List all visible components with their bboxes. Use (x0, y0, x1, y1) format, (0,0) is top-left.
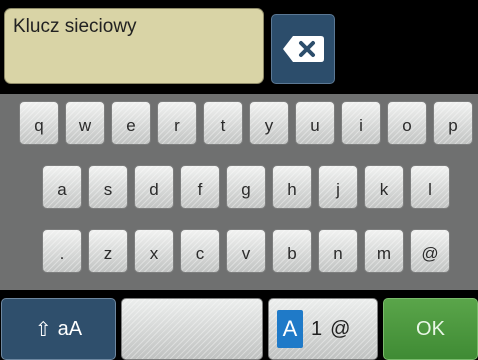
network-key-placeholder: Klucz sieciowy (13, 16, 137, 37)
ok-label: OK (416, 317, 445, 340)
shift-case-button[interactable]: ⇧ aA (1, 298, 116, 360)
key[interactable]: g (226, 165, 266, 209)
key[interactable]: j (318, 165, 358, 209)
key[interactable]: k (364, 165, 404, 209)
key[interactable]: s (88, 165, 128, 209)
key[interactable]: c (180, 229, 220, 273)
keyboard-area: q w e r t y u i o p a s d f g h j k l . … (0, 94, 478, 290)
key[interactable]: d (134, 165, 174, 209)
mode-symbols: @ (330, 317, 351, 340)
input-mode-button[interactable]: A 1 @ (268, 298, 378, 360)
key[interactable]: r (157, 101, 197, 145)
key[interactable]: a (42, 165, 82, 209)
backspace-button[interactable] (271, 14, 335, 84)
key[interactable]: v (226, 229, 266, 273)
key[interactable]: @ (410, 229, 450, 273)
shift-arrow-icon: ⇧ (34, 318, 52, 341)
key[interactable]: m (364, 229, 404, 273)
space-key[interactable] (121, 298, 263, 360)
key[interactable]: t (203, 101, 243, 145)
mode-letters-active: A (277, 310, 303, 348)
key[interactable]: e (111, 101, 151, 145)
network-key-input[interactable]: Klucz sieciowy (4, 8, 264, 84)
key[interactable]: o (387, 101, 427, 145)
shift-case-label: aA (57, 317, 83, 340)
key[interactable]: i (341, 101, 381, 145)
key[interactable]: y (249, 101, 289, 145)
key[interactable]: z (88, 229, 128, 273)
mode-numbers: 1 (311, 317, 323, 340)
key[interactable]: . (42, 229, 82, 273)
key[interactable]: x (134, 229, 174, 273)
key[interactable]: p (433, 101, 473, 145)
key[interactable]: f (180, 165, 220, 209)
key[interactable]: n (318, 229, 358, 273)
key[interactable]: w (65, 101, 105, 145)
key[interactable]: h (272, 165, 312, 209)
key[interactable]: b (272, 229, 312, 273)
key[interactable]: l (410, 165, 450, 209)
ok-button[interactable]: OK (383, 298, 478, 360)
backspace-icon (283, 36, 324, 62)
key[interactable]: u (295, 101, 335, 145)
key[interactable]: q (19, 101, 59, 145)
